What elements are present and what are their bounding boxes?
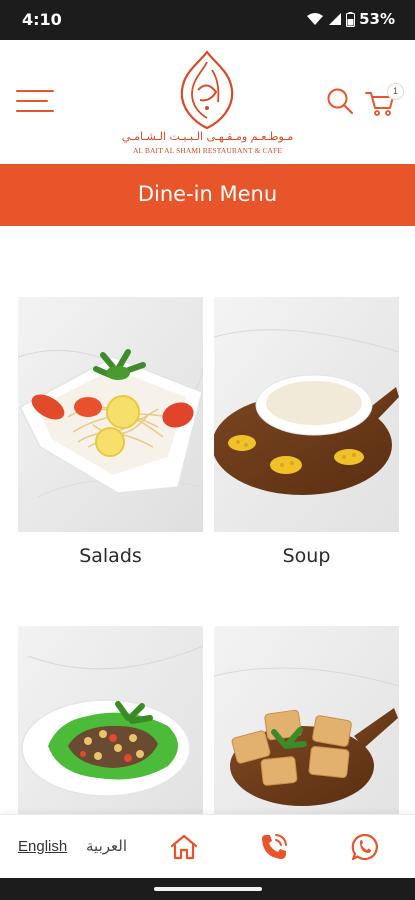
system-gesture-bar — [0, 878, 415, 900]
home-button[interactable] — [169, 832, 199, 862]
phone-icon — [262, 834, 287, 859]
page-title-bar: Dine-in Menu — [0, 164, 415, 226]
home-gesture-handle[interactable] — [154, 887, 262, 891]
wifi-icon — [307, 13, 324, 25]
category-label-salads: Salads — [79, 545, 142, 567]
category-image-salads — [18, 297, 203, 532]
home-icon — [170, 834, 198, 860]
battery-percent: 53% — [359, 10, 395, 28]
whatsapp-icon — [351, 833, 378, 861]
signal-icon — [329, 13, 342, 25]
language-arabic-link[interactable]: العربية — [86, 837, 127, 855]
category-image-3 — [18, 626, 203, 814]
category-image-4 — [214, 626, 399, 814]
menu-button[interactable] — [16, 90, 54, 114]
bottom-navigation: English العربية — [0, 814, 415, 879]
category-image-soup — [214, 297, 399, 532]
status-bar: 4:10 53% — [0, 0, 415, 40]
logo-arabic-text: مـوطـعـم ومـقـهـى الـبـيـت الـشـامـي — [121, 130, 294, 143]
battery-icon — [346, 11, 356, 27]
status-icons: 53% — [306, 10, 395, 28]
restaurant-logo[interactable]: مـوطـعـم ومـقـهـى الـبـيـت الـشـامـي AL … — [120, 50, 295, 158]
logo-english-text: AL BAIT AL SHAMI RESTAURANT & CAFE — [132, 146, 283, 155]
search-button[interactable] — [326, 87, 354, 115]
logo-mark-icon — [180, 50, 234, 130]
menu-category-grid: Salads Soup — [0, 226, 415, 814]
cart-button[interactable]: 1 — [365, 83, 405, 117]
app-header: مـوطـعـم ومـقـهـى الـبـيـت الـشـامـي AL … — [0, 40, 415, 164]
language-english-link[interactable]: English — [18, 838, 67, 855]
page-title: Dine-in Menu — [137, 182, 278, 206]
cart-count-badge: 1 — [387, 83, 404, 100]
status-time: 4:10 — [22, 10, 62, 29]
call-button[interactable] — [259, 832, 289, 862]
whatsapp-button[interactable] — [350, 832, 380, 862]
search-icon — [327, 88, 354, 115]
category-label-soup: Soup — [282, 545, 331, 567]
